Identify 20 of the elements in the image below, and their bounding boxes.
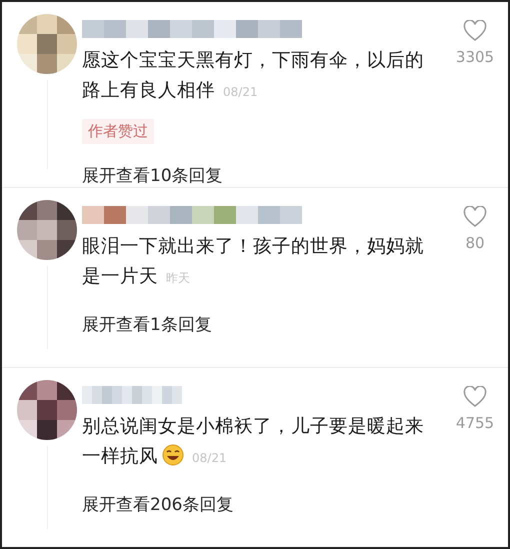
expand-replies-link[interactable]: 展开查看1条回复 [82,313,212,336]
avatar [17,380,77,440]
comment-time: 08/21 [192,451,227,465]
heart-icon[interactable] [463,386,487,408]
heart-icon[interactable] [463,206,487,228]
heart-icon[interactable] [463,20,487,42]
expand-replies-link[interactable]: 展开查看206条回复 [82,493,234,516]
avatar [17,14,77,74]
comment-time: 08/21 [223,85,258,99]
like-count: 4755 [456,414,494,432]
comment-text: 愿这个宝宝天黑有灯，下雨有伞，以后的路上有良人相伴 08/21 [82,49,425,103]
author-liked-badge: 作者赞过 [82,119,154,144]
like-count: 80 [465,234,485,252]
laughing-emoji-icon [162,444,184,466]
like-count: 3305 [456,48,494,66]
avatar [17,200,77,260]
comment-text: 别总说闺女是小棉袄了，儿子要是暖起来一样抗风 08/21 [82,415,425,469]
comment-text: 眼泪一下就出来了！孩子的世界，妈妈就是一片天 昨天 [82,235,425,289]
expand-replies-link[interactable]: 展开查看10条回复 [82,164,223,187]
comment-time: 昨天 [166,271,190,285]
